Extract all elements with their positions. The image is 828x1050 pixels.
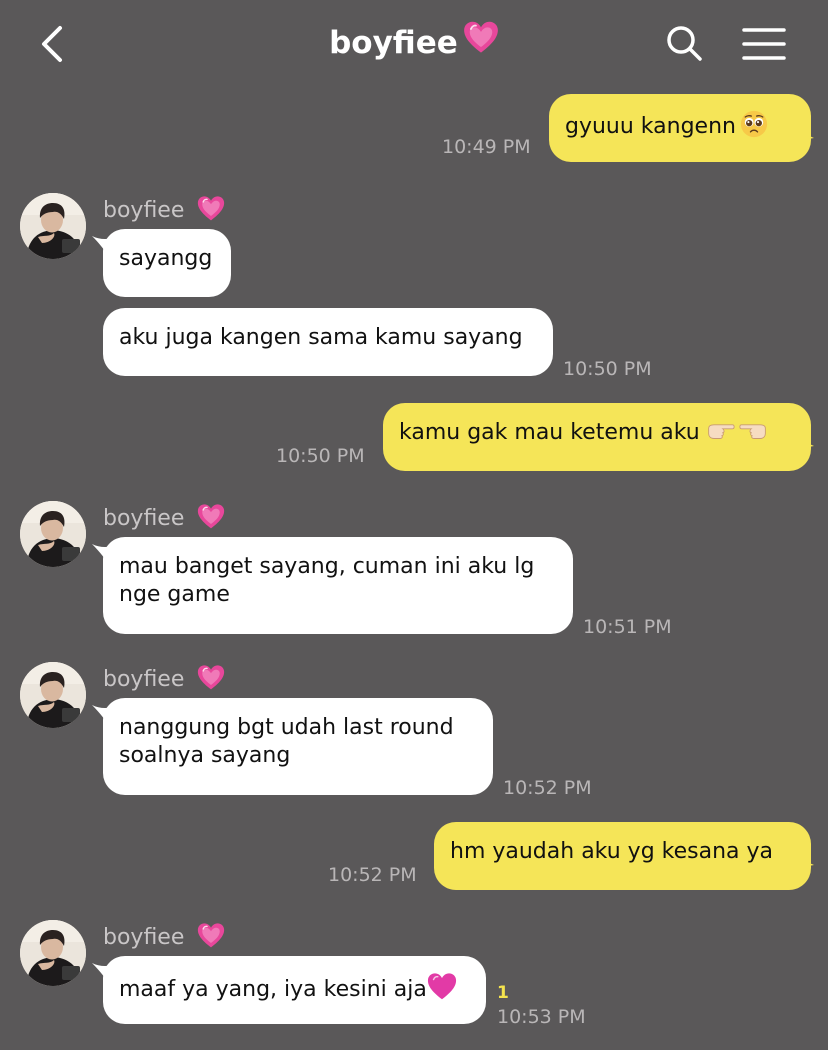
- outgoing-message-bubble[interactable]: gyuuu kangenn: [549, 94, 811, 162]
- sender-name-row: boyfiee: [103, 195, 225, 223]
- unread-count: 1: [497, 983, 509, 1003]
- chat-header: boyfiee: [0, 0, 828, 88]
- sparkling-heart-icon: [197, 922, 225, 950]
- message-text: aku juga kangen sama kamu sayang: [119, 325, 523, 350]
- message-timestamp: 10:49 PM: [442, 136, 531, 158]
- sender-name: boyfiee: [103, 198, 185, 223]
- pointing-right-icon: [706, 420, 736, 442]
- pointing-left-icon: [738, 420, 768, 442]
- message-timestamp: 10:51 PM: [583, 616, 672, 638]
- sender-name-row: boyfiee: [103, 922, 225, 950]
- message-timestamp: 10:53 PM: [497, 1006, 586, 1028]
- incoming-message-bubble[interactable]: nanggung bgt udah last round soalnya say…: [103, 698, 493, 795]
- message-text-line: mau banget sayang, cuman ini aku lg: [119, 554, 535, 579]
- avatar-photo: [20, 662, 86, 728]
- pleading-face-icon: [740, 110, 768, 138]
- hamburger-menu-icon: [742, 28, 786, 60]
- contact-avatar[interactable]: [20, 501, 86, 567]
- message-text: kamu gak mau ketemu aku: [399, 420, 700, 445]
- outgoing-message-bubble[interactable]: hm yaudah aku yg kesana ya: [434, 822, 811, 890]
- sparkling-heart-icon: [197, 195, 225, 223]
- message-text: maaf ya yang, iya kesini aja: [119, 977, 427, 1002]
- contact-avatar[interactable]: [20, 662, 86, 728]
- incoming-message-bubble[interactable]: aku juga kangen sama kamu sayang: [103, 308, 553, 376]
- avatar-photo: [20, 501, 86, 567]
- message-text: gyuuu kangenn: [565, 114, 736, 139]
- sparkling-heart-icon: [463, 20, 499, 56]
- sender-name: boyfiee: [103, 506, 185, 531]
- incoming-message-bubble[interactable]: sayangg: [103, 229, 231, 297]
- incoming-message-bubble[interactable]: mau banget sayang, cuman ini aku lg nge …: [103, 537, 573, 634]
- message-text: sayangg: [119, 246, 213, 271]
- message-text-line: soalnya sayang: [119, 743, 291, 768]
- message-text-line: nge game: [119, 582, 230, 607]
- search-icon: [667, 26, 702, 61]
- purple-heart-icon: [427, 972, 457, 1002]
- contact-avatar[interactable]: [20, 193, 86, 259]
- sparkling-heart-icon: [197, 503, 225, 531]
- sender-name: boyfiee: [103, 667, 185, 692]
- sender-name-row: boyfiee: [103, 664, 225, 692]
- avatar-photo: [20, 193, 86, 259]
- sender-name: boyfiee: [103, 925, 185, 950]
- avatar-photo: [20, 920, 86, 986]
- message-timestamp: 10:52 PM: [503, 777, 592, 799]
- contact-avatar[interactable]: [20, 920, 86, 986]
- search-button[interactable]: [664, 24, 704, 64]
- message-timestamp: 10:50 PM: [563, 358, 652, 380]
- menu-button[interactable]: [742, 26, 786, 62]
- incoming-message-bubble[interactable]: maaf ya yang, iya kesini aja: [103, 956, 486, 1024]
- outgoing-message-bubble[interactable]: kamu gak mau ketemu aku: [383, 403, 811, 471]
- chat-title: boyfiee: [329, 25, 458, 61]
- sender-name-row: boyfiee: [103, 503, 225, 531]
- message-timestamp: 10:50 PM: [276, 445, 365, 467]
- message-timestamp: 10:52 PM: [328, 864, 417, 886]
- message-text-line: nanggung bgt udah last round: [119, 715, 454, 740]
- message-text: hm yaudah aku yg kesana ya: [450, 839, 774, 864]
- sparkling-heart-icon: [197, 664, 225, 692]
